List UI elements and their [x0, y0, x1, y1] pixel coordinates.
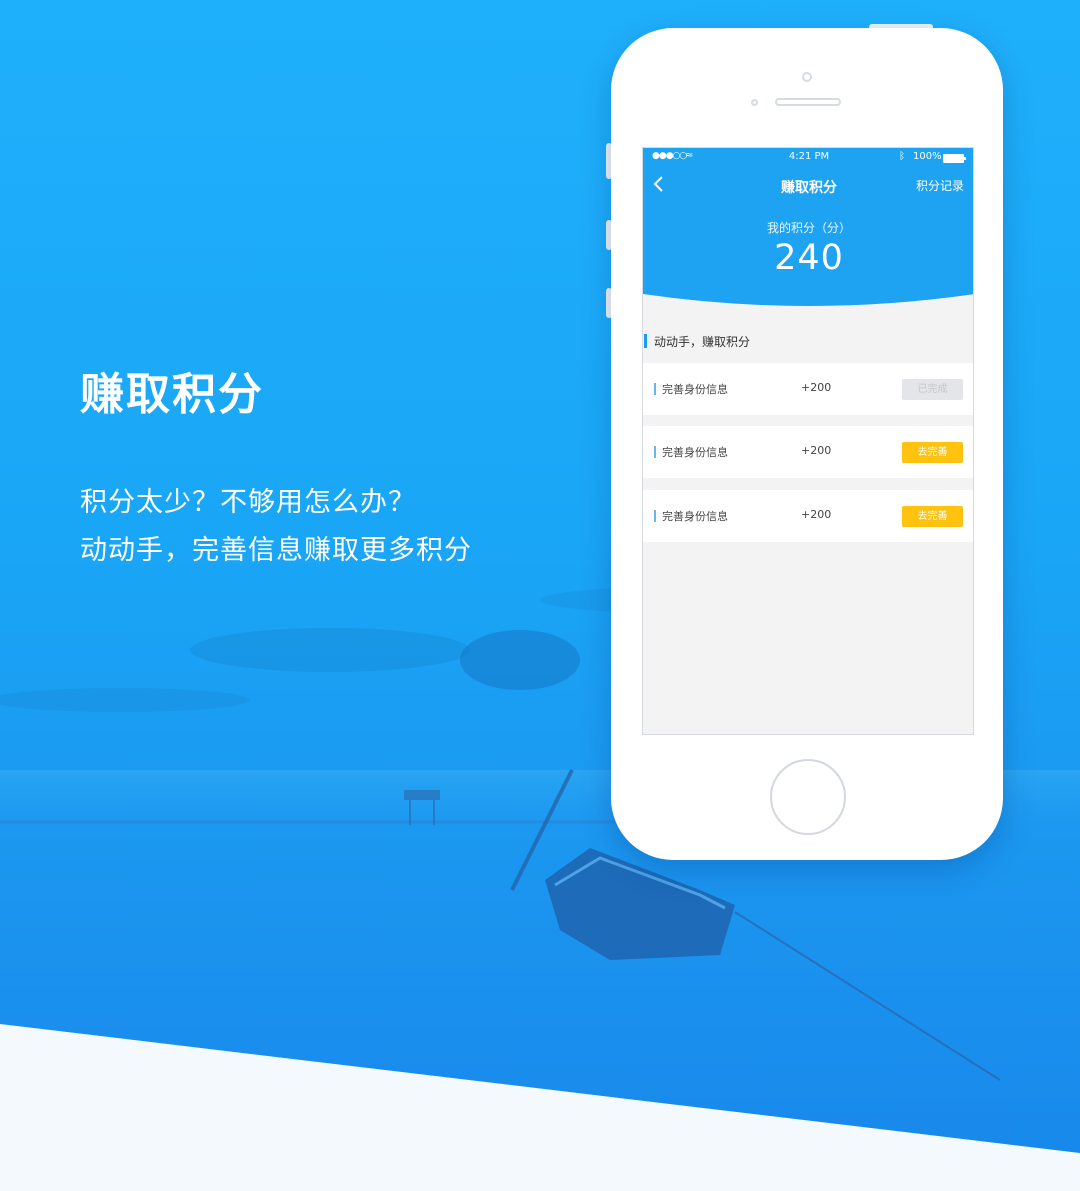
section-header: 动动手，赚取积分 — [643, 332, 973, 350]
section-accent-bar — [644, 334, 647, 348]
cloud — [190, 628, 470, 672]
task-name: 完善身份信息 — [662, 510, 728, 523]
sensor-icon — [751, 99, 758, 106]
speaker-grille — [775, 98, 841, 106]
task-complete-button[interactable]: 去完善 — [902, 442, 963, 463]
task-complete-button[interactable]: 去完善 — [902, 506, 963, 527]
hut-icon — [404, 790, 440, 800]
battery-icon — [943, 154, 966, 163]
promo-line-2: 动动手，完善信息赚取更多积分 — [80, 535, 472, 566]
points-history-link[interactable]: 积分记录 — [916, 177, 964, 194]
home-button[interactable] — [770, 759, 846, 835]
task-row: 完善身份信息 +200 去完善 — [643, 490, 973, 542]
task-accent-bar — [654, 383, 656, 395]
task-name: 完善身份信息 — [662, 446, 728, 459]
status-bar: ●●●○○ ≈ 4:21 PM ᛒ 100% — [643, 150, 973, 165]
section-title: 动动手，赚取积分 — [654, 335, 751, 349]
cloud — [0, 688, 250, 712]
task-points: +200 — [801, 381, 832, 394]
bottom-panel — [0, 1024, 1080, 1191]
points-label: 我的积分（分） — [766, 221, 851, 235]
camera-icon — [802, 72, 812, 82]
bluetooth-icon: ᛒ — [899, 151, 905, 162]
task-row: 完善身份信息 +200 已完成 — [643, 363, 973, 415]
task-accent-bar — [654, 446, 656, 458]
task-accent-bar — [654, 510, 656, 522]
task-row: 完善身份信息 +200 去完善 — [643, 426, 973, 478]
task-done-button: 已完成 — [902, 379, 963, 400]
points-value: 240 — [774, 238, 844, 278]
promo-headline: 赚取积分 — [80, 369, 264, 420]
task-points: +200 — [801, 444, 832, 457]
task-points: +200 — [801, 508, 832, 521]
cloud — [460, 630, 580, 690]
promo-line-1: 积分太少？不够用怎么办？ — [80, 487, 416, 518]
battery-percent: 100% — [913, 151, 942, 162]
task-name: 完善身份信息 — [662, 383, 728, 396]
app-screen: ●●●○○ ≈ 4:21 PM ᛒ 100% 赚取积分 积分记录 我的积分（分）… — [642, 147, 974, 735]
